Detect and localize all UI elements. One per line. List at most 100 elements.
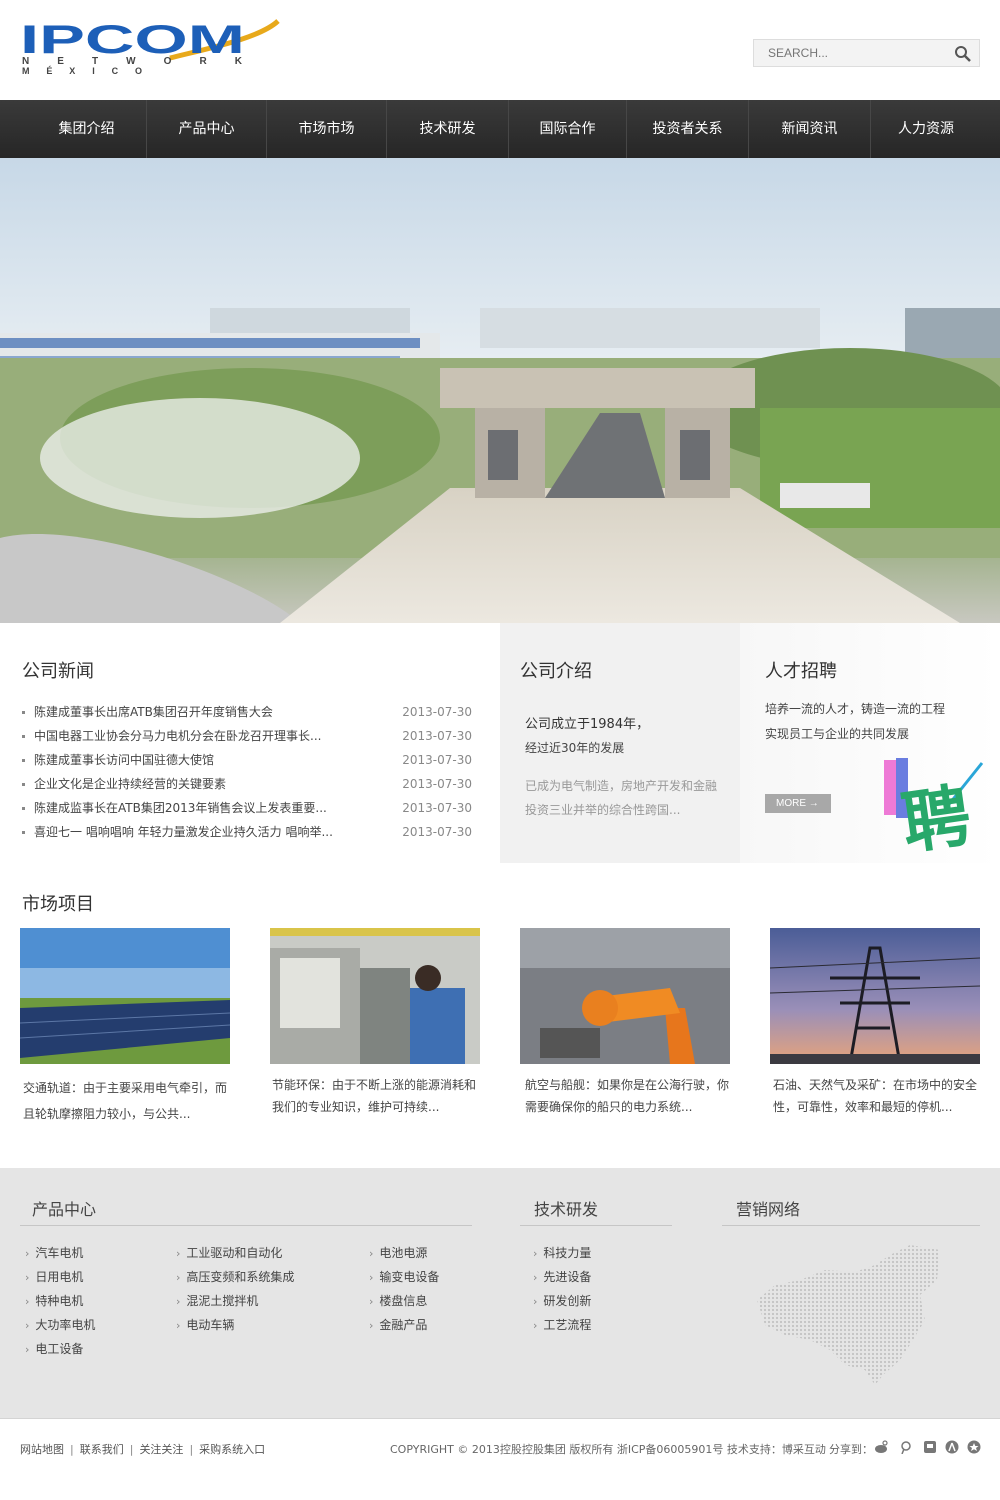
news-item[interactable]: 喜迎七一 唱响唱响 年轻力量激发企业持久活力 唱响举... 2013-07-30 [20, 820, 475, 844]
logo[interactable]: IPCOM N E T W O R K M É X I C O [20, 18, 280, 76]
news-item[interactable]: 中国电器工业协会分马力电机分会在卧龙召开理事长... 2013-07-30 [20, 724, 475, 748]
footer-network-title: 营销网络 [736, 1200, 801, 1219]
recruit-graphic-char: 聘 [897, 777, 975, 853]
footer-link[interactable]: › 电工设备 [25, 1340, 83, 1357]
tencent-weibo-icon[interactable] [899, 1440, 913, 1455]
footer-link[interactable]: › 混泥土搅拌机 [176, 1292, 258, 1309]
power-tower-image[interactable] [770, 928, 980, 1064]
nav-item-hr[interactable]: 人力资源 [871, 100, 981, 158]
intro-desc1: 已成为电气制造，房地产开发和金融 [525, 779, 718, 793]
robot-arm-image[interactable] [520, 928, 730, 1064]
footer-link[interactable]: › 工业驱动和自动化 [176, 1244, 282, 1261]
news-item-date: 2013-07-30 [402, 825, 472, 839]
news-item[interactable]: 陈建成董事长访问中国驻德大使馆 2013-07-30 [20, 748, 475, 772]
china-map[interactable] [755, 1240, 945, 1388]
share-label: 分享到： [829, 1443, 873, 1456]
news-item-date: 2013-07-30 [402, 753, 472, 767]
market-item-aviation[interactable]: 航空与船舰：如果你是在公海行驶，你 需要确保你的船只的电力系统... [520, 928, 730, 1114]
footer-divider [20, 1225, 472, 1226]
news-list: 陈建成董事长出席ATB集团召开年度销售大会 2013-07-30 中国电器工业协会… [20, 700, 475, 844]
recruit-graphic: 聘 [882, 758, 992, 864]
footer-tech-title: 技术研发 [534, 1200, 599, 1219]
news-item-date: 2013-07-30 [402, 705, 472, 719]
footer-link[interactable]: › 大功率电机 [25, 1316, 95, 1333]
footer-link[interactable]: › 金融产品 [369, 1316, 427, 1333]
intro-line1: 公司成立于1984年， [525, 717, 650, 732]
copyright-text: COPYRIGHT © 2013控股控股集团 版权所有 浙ICP备0600590… [390, 1443, 826, 1456]
douban-icon[interactable] [923, 1440, 937, 1454]
footer-link[interactable]: › 高压变频和系统集成 [176, 1268, 294, 1285]
market-item-text-line2: 需要确保你的船只的电力系统... [525, 1100, 693, 1114]
footer-divider [520, 1225, 672, 1226]
logo-mexico-text: M É X I C O [22, 66, 142, 76]
footer-link[interactable]: › 电动车辆 [176, 1316, 234, 1333]
news-item-text[interactable]: 企业文化是企业持续经营的关键要素 [34, 777, 226, 791]
recruit-section-title: 人才招聘 [765, 661, 837, 682]
nav-item-group-intro[interactable]: 集团介绍 [27, 100, 147, 158]
intro-line2: 经过近30年的发展 [525, 741, 625, 755]
main-nav: 集团介绍 产品中心 市场市场 技术研发 国际合作 投资者关系 新闻资讯 人力资源 [0, 100, 1000, 158]
search-box [753, 39, 980, 67]
market-item-text-line1: 航空与船舰：如果你是在公海行驶，你 [525, 1078, 730, 1092]
market-item-text-line1: 石油、天然气及采矿：在市场中的安全 [773, 1078, 978, 1092]
footer-products-title: 产品中心 [32, 1200, 97, 1219]
market-item-text-line1: 交通轨道：由于主要采用电气牵引，而 [23, 1081, 228, 1095]
nav-item-international[interactable]: 国际合作 [509, 100, 627, 158]
news-item[interactable]: 陈建成董事长出席ATB集团召开年度销售大会 2013-07-30 [20, 700, 475, 724]
news-item-text[interactable]: 陈建成董事长访问中国驻德大使馆 [34, 753, 214, 767]
nav-item-news[interactable]: 新闻资讯 [749, 100, 871, 158]
news-item-text[interactable]: 陈建成董事长出席ATB集团召开年度销售大会 [34, 705, 273, 719]
intro-desc2[interactable]: 投资三业并举的综合性跨国... [525, 801, 680, 818]
market-item-rail[interactable]: 交通轨道：由于主要采用电气牵引，而 且轮轨摩擦阻力较小，与公共... [20, 928, 230, 1121]
footer-divider [722, 1225, 980, 1226]
news-item-date: 2013-07-30 [402, 801, 472, 815]
market-section-title: 市场项目 [22, 894, 94, 915]
market-item-text-line2: 我们的专业知识，维护可持续... [272, 1100, 440, 1114]
news-item[interactable]: 陈建成监事长在ATB集团2013年销售会议上发表重要... 2013-07-30 [20, 796, 475, 820]
footer-link[interactable]: › 先进设备 [533, 1268, 591, 1285]
news-item-text[interactable]: 喜迎七一 唱响唱响 年轻力量激发企业持久活力 唱响举... [34, 825, 333, 839]
renren-icon[interactable] [945, 1440, 959, 1454]
footer-link[interactable]: › 工艺流程 [533, 1316, 591, 1333]
footer-bottom-links: 网站地图 | 联系我们 | 关注关注 | 采购系统入口 [20, 1443, 266, 1456]
nav-item-investors[interactable]: 投资者关系 [627, 100, 749, 158]
news-section-title: 公司新闻 [22, 661, 94, 682]
footer-link[interactable]: › 研发创新 [533, 1292, 591, 1309]
hero-banner [0, 158, 1000, 623]
news-item-date: 2013-07-30 [402, 729, 472, 743]
header: IPCOM N E T W O R K M É X I C O [0, 0, 1000, 100]
market-item-text-line2: 且轮轨摩擦阻力较小，与公共... [23, 1107, 191, 1121]
footer-link[interactable]: › 电池电源 [369, 1244, 427, 1261]
footer-link[interactable]: › 日用电机 [25, 1268, 83, 1285]
solar-panel-image[interactable] [20, 928, 230, 1064]
footer-link[interactable]: › 输变电设备 [369, 1268, 439, 1285]
news-item-text[interactable]: 中国电器工业协会分马力电机分会在卧龙召开理事长... [34, 729, 321, 743]
footer-link[interactable]: › 汽车电机 [25, 1244, 83, 1261]
market-item-energy[interactable]: 节能环保：由于不断上涨的能源消耗和 我们的专业知识，维护可持续... [270, 928, 480, 1114]
kaixin-icon[interactable] [967, 1440, 981, 1454]
search-input[interactable] [754, 40, 949, 66]
follow-link[interactable]: 关注关注 [139, 1443, 183, 1456]
footer-bottom: 网站地图 | 联系我们 | 关注关注 | 采购系统入口 COPYRIGHT © 2013控股… [0, 1418, 1000, 1500]
search-icon[interactable] [953, 44, 973, 64]
intro-section-title: 公司介绍 [520, 661, 592, 682]
factory-worker-image[interactable] [270, 928, 480, 1064]
nav-item-products[interactable]: 产品中心 [147, 100, 267, 158]
footer-link[interactable]: › 科技力量 [533, 1244, 591, 1261]
sitemap-link[interactable]: 网站地图 [20, 1443, 64, 1456]
recruit-line1: 培养一流的人才，铸造一流的工程 [765, 702, 946, 716]
contact-link[interactable]: 联系我们 [80, 1443, 124, 1456]
nav-item-research[interactable]: 技术研发 [387, 100, 509, 158]
footer-link[interactable]: › 楼盘信息 [369, 1292, 427, 1309]
news-item-text[interactable]: 陈建成监事长在ATB集团2013年销售会议上发表重要... [34, 801, 327, 815]
weibo-icon[interactable] [874, 1440, 888, 1454]
more-button[interactable]: MORE → [765, 794, 831, 813]
purchase-system-link[interactable]: 采购系统入口 [199, 1443, 265, 1456]
news-item-date: 2013-07-30 [402, 777, 472, 791]
news-item[interactable]: 企业文化是企业持续经营的关键要素 2013-07-30 [20, 772, 475, 796]
market-item-text-line1: 节能环保：由于不断上涨的能源消耗和 [272, 1078, 477, 1092]
footer-link[interactable]: › 特种电机 [25, 1292, 83, 1309]
market-item-oil[interactable]: 石油、天然气及采矿：在市场中的安全 性，可靠性，效率和最短的停机... [770, 928, 980, 1114]
nav-item-market[interactable]: 市场市场 [267, 100, 387, 158]
recruit-line2: 实现员工与企业的共同发展 [765, 727, 910, 741]
